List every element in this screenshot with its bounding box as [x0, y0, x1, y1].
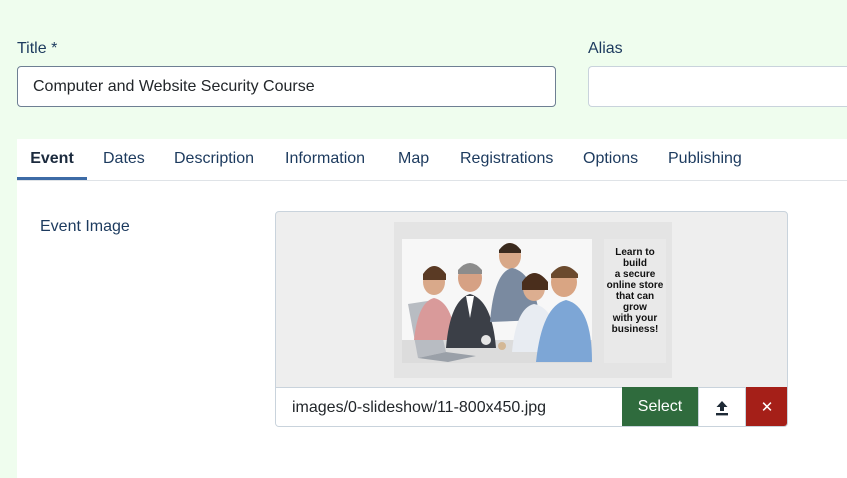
svg-text:with your: with your — [612, 313, 658, 324]
title-input[interactable] — [17, 66, 556, 107]
tab-dates[interactable]: Dates — [103, 139, 145, 179]
alias-input[interactable] — [588, 66, 847, 107]
tab-registrations[interactable]: Registrations — [460, 139, 553, 179]
preview-text-line-7: with your — [612, 313, 658, 324]
svg-text:business!: business! — [612, 324, 659, 335]
alias-label: Alias — [588, 40, 623, 57]
title-label: Title * — [17, 40, 58, 57]
tab-publishing[interactable]: Publishing — [668, 139, 742, 179]
upload-icon — [716, 400, 728, 415]
close-icon: ✕ — [760, 398, 774, 416]
svg-text:online store: online store — [607, 280, 664, 291]
tab-information[interactable]: Information — [285, 139, 365, 179]
svg-text:grow: grow — [623, 302, 647, 313]
event-image-preview: Learn to build a secure online store tha… — [394, 222, 672, 378]
svg-text:Learn to: Learn to — [615, 247, 654, 258]
preview-text-line-5: that can — [616, 291, 654, 302]
tab-event[interactable]: Event — [17, 139, 87, 180]
tab-options[interactable]: Options — [583, 139, 638, 179]
event-edit-page: Title * Alias Event Dates Description In… — [0, 0, 847, 478]
select-image-button[interactable]: Select — [622, 387, 698, 426]
svg-text:a secure: a secure — [615, 269, 656, 280]
preview-text-line-1: Learn to — [615, 247, 654, 258]
tab-description[interactable]: Description — [174, 139, 254, 179]
media-field: Learn to build a secure online store tha… — [275, 211, 788, 427]
event-image-label: Event Image — [40, 218, 130, 235]
preview-text-line-3: a secure — [615, 269, 656, 280]
svg-text:build: build — [623, 258, 647, 269]
preview-text-line-4: online store — [607, 280, 664, 291]
preview-text-line-6: grow — [623, 302, 647, 313]
image-path-input[interactable] — [276, 387, 622, 426]
preview-text-line-8: business! — [612, 324, 659, 335]
clear-image-button[interactable]: ✕ — [746, 387, 787, 426]
svg-text:that can: that can — [616, 291, 654, 302]
tab-map[interactable]: Map — [398, 139, 429, 179]
preview-text-line-2: build — [623, 258, 647, 269]
edit-panel: Event Dates Description Information Map … — [17, 139, 847, 478]
upload-image-button[interactable] — [698, 387, 746, 426]
tab-bar: Event Dates Description Information Map … — [17, 139, 847, 181]
